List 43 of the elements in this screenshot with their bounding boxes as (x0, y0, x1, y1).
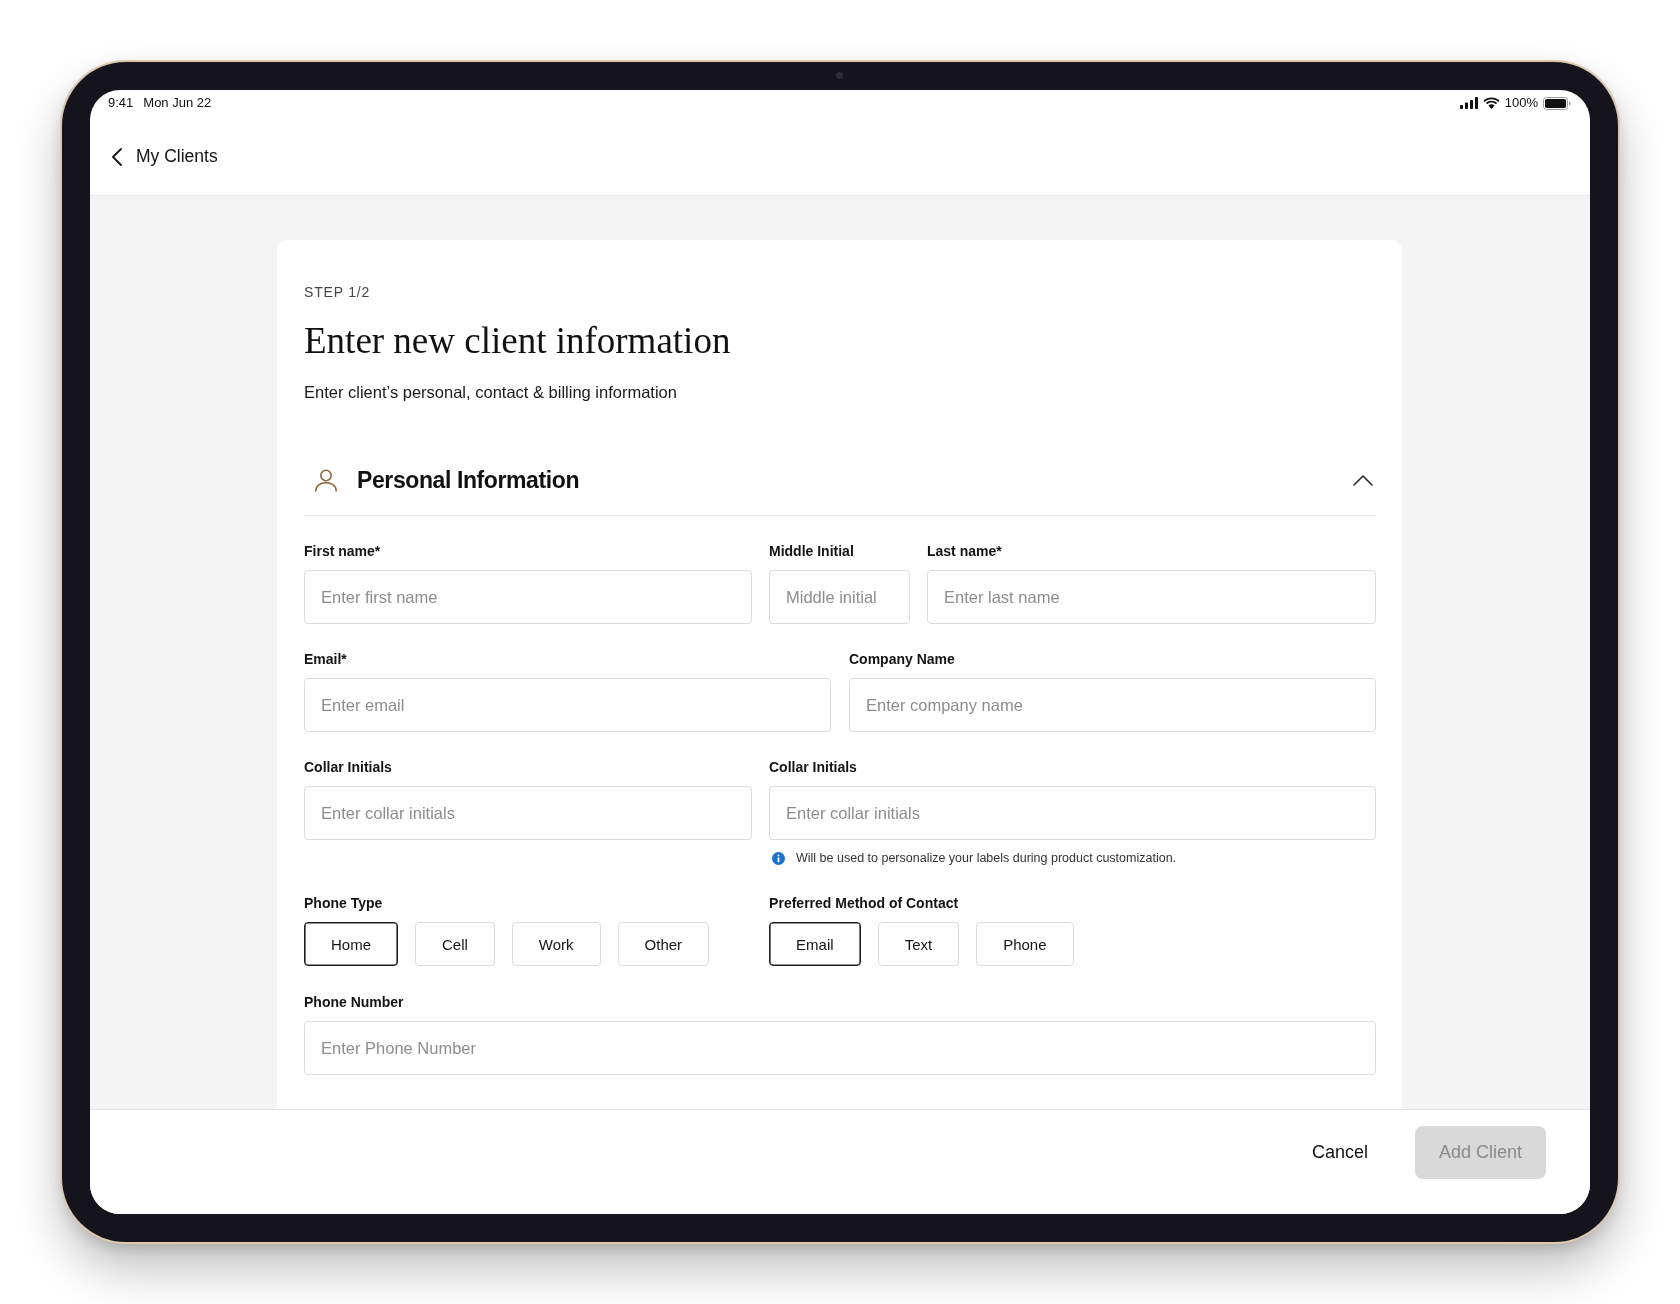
input-field[interactable]: Enter last name (927, 570, 1376, 624)
field-label: Collar Initials (304, 758, 393, 777)
option-button[interactable]: Email (769, 922, 861, 966)
field-label: Middle Initial (769, 542, 855, 561)
input-field[interactable]: Enter Phone Number (304, 1021, 1376, 1075)
field-label: Phone Number (304, 993, 405, 1012)
person-icon (314, 468, 338, 492)
option-button[interactable]: Cell (415, 922, 495, 966)
info-icon (772, 851, 785, 865)
field-label: Company Name (849, 650, 956, 669)
signal-icon (1459, 97, 1478, 109)
option-button[interactable]: Home (304, 922, 398, 966)
page-title: Enter new client information (304, 319, 732, 363)
cancel-button[interactable]: Cancel (1299, 1126, 1380, 1179)
chevron-left-icon (112, 147, 122, 166)
wifi-icon (1482, 97, 1500, 109)
input-field[interactable]: Middle initial (769, 570, 910, 624)
option-button[interactable]: Other (617, 922, 710, 966)
field-label: Email* (304, 650, 348, 669)
field-label: Last name* (927, 542, 1003, 561)
chevron-up-icon[interactable] (1353, 474, 1373, 486)
battery-icon (1543, 96, 1571, 110)
field-label: First name* (304, 542, 382, 561)
option-button[interactable]: Work (511, 922, 601, 966)
field-label: Collar Initials (769, 758, 858, 777)
back-button[interactable]: My Clients (112, 146, 218, 167)
input-field[interactable]: Enter collar initials (304, 786, 752, 840)
date-text: Mon Jun 22 (143, 94, 212, 112)
input-field[interactable]: Enter email (304, 678, 831, 732)
help-text: Will be used to personalize your labels during product customization. (796, 850, 1177, 867)
time-text: 9:41 (108, 94, 134, 112)
page-subtitle: Enter client’s personal, contact & billing information (304, 382, 678, 403)
input-field[interactable]: Enter collar initials (769, 786, 1376, 840)
option-button[interactable]: Text (877, 922, 960, 966)
field-label: Preferred Method of Contact (769, 894, 959, 913)
battery-percentage: 100% (1504, 94, 1538, 112)
step-label: STEP 1/2 (304, 283, 372, 301)
input-field[interactable]: Enter company name (849, 678, 1376, 732)
input-field[interactable]: Enter first name (304, 570, 752, 624)
field-label: Phone Type (304, 894, 383, 913)
option-button[interactable]: Phone (976, 922, 1074, 966)
section-title: Personal Information (357, 466, 581, 495)
camera-dot-icon (836, 72, 843, 79)
